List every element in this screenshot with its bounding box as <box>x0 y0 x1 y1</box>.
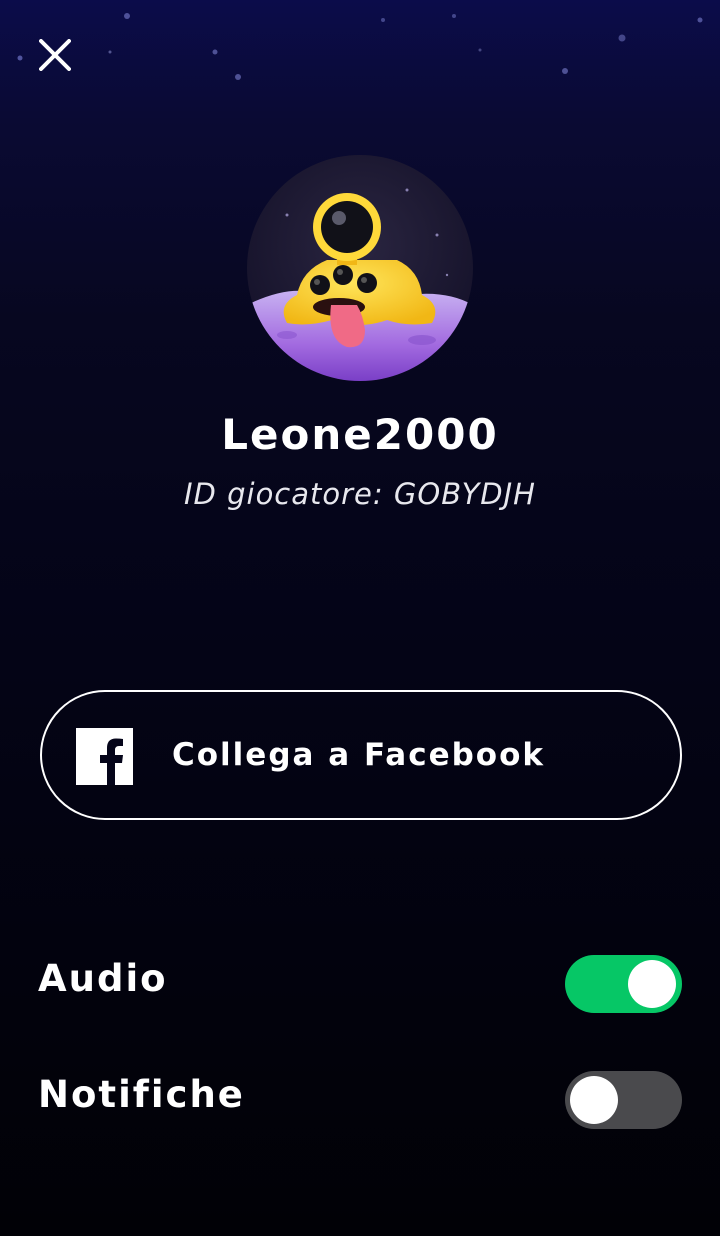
close-icon <box>39 39 71 71</box>
audio-toggle[interactable] <box>565 955 682 1013</box>
notifications-toggle[interactable] <box>565 1071 682 1129</box>
facebook-button-label: Collega a Facebook <box>172 737 546 773</box>
notifications-label: Notifiche <box>38 1073 245 1116</box>
toggle-knob <box>628 960 676 1008</box>
facebook-icon <box>76 728 133 785</box>
close-button[interactable] <box>30 30 80 80</box>
toggle-knob <box>570 1076 618 1124</box>
connect-facebook-button[interactable]: Collega a Facebook <box>40 690 682 820</box>
audio-label: Audio <box>38 957 168 1000</box>
starfield <box>17 13 703 80</box>
avatar <box>247 155 473 381</box>
alien-avatar-icon <box>247 155 473 381</box>
player-id: ID giocatore: GOBYDJH <box>184 477 536 511</box>
username: Leone2000 <box>221 410 499 459</box>
